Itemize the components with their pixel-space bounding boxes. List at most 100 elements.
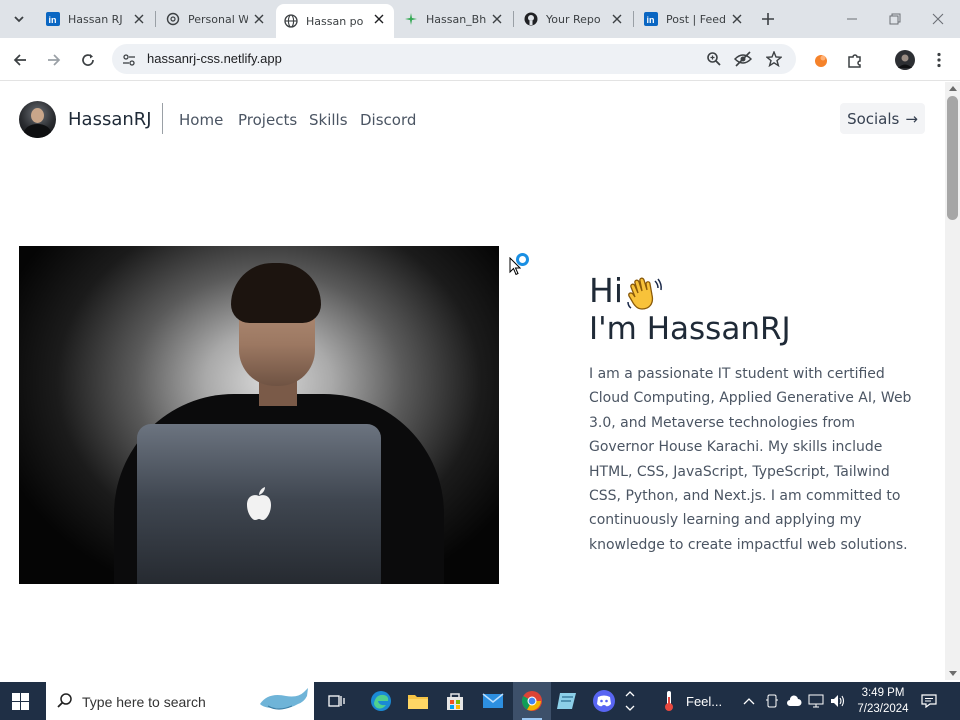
extension-flame-icon (815, 55, 827, 67)
hero-photo (19, 246, 499, 584)
site-settings-icon[interactable] (122, 52, 136, 71)
bookmark-star-icon[interactable] (765, 50, 783, 68)
tab-linkedin-feed[interactable]: in Post | Feed (636, 4, 752, 34)
mail-icon (482, 693, 504, 708)
tray-network[interactable] (808, 693, 824, 709)
windows-taskbar: Type here to search Feel... 3:49 PM 7/23… (0, 682, 960, 720)
github-icon (524, 12, 538, 26)
chevron-up-icon (743, 698, 755, 705)
linkedin-icon: in (46, 12, 60, 26)
close-icon[interactable] (252, 12, 266, 26)
tab-linkedin-profile[interactable]: in Hassan RJ (38, 4, 154, 34)
taskbar-store[interactable] (443, 689, 467, 713)
tab-github-repos[interactable]: Your Repo (516, 4, 632, 34)
network-icon (808, 694, 824, 708)
arrow-right-icon: → (905, 109, 918, 128)
notification-center-button[interactable] (921, 693, 937, 709)
tab-hassan-portfolio[interactable]: Hassan po (276, 4, 394, 38)
web-page: HassanRJ Home Projects Skills Discord So… (0, 82, 945, 680)
close-icon[interactable] (490, 12, 504, 26)
minimize-button[interactable] (843, 10, 861, 28)
search-icon (57, 693, 72, 708)
close-icon[interactable] (730, 12, 744, 26)
taskbar-file-explorer[interactable] (406, 689, 430, 713)
tray-volume[interactable] (830, 693, 846, 709)
tab-title: Hassan_Bh (426, 12, 486, 26)
device-icon (766, 694, 778, 708)
system-clock[interactable]: 3:49 PM 7/23/2024 (853, 685, 913, 717)
tab-hassan-bh[interactable]: Hassan_Bh (396, 4, 512, 34)
store-icon (447, 693, 463, 710)
extensions-button[interactable] (844, 49, 866, 71)
reload-icon (82, 54, 94, 66)
taskbar-app-notes[interactable] (555, 689, 579, 713)
nav-link-discord[interactable]: Discord (360, 111, 416, 129)
taskbar-search-placeholder: Type here to search (82, 694, 206, 710)
nav-link-home[interactable]: Home (179, 111, 223, 129)
loading-spinner-icon (516, 253, 529, 266)
profile-avatar[interactable] (894, 49, 916, 71)
nav-link-skills[interactable]: Skills (309, 111, 348, 129)
taskbar-edge[interactable] (369, 689, 393, 713)
tab-title: Personal W (188, 12, 248, 26)
arrow-right-icon (48, 54, 61, 66)
close-icon[interactable] (372, 12, 386, 26)
restore-button[interactable] (886, 10, 904, 28)
linkedin-icon: in (644, 12, 658, 26)
folder-icon (408, 695, 428, 709)
tab-title: Hassan RJ (68, 12, 123, 26)
thermometer-icon (665, 691, 673, 711)
close-icon[interactable] (132, 12, 146, 26)
url-text[interactable]: hassanrj-css.netlify.app (147, 51, 282, 66)
page-scrollbar[interactable] (945, 82, 960, 680)
tray-onedrive[interactable] (786, 693, 802, 709)
close-icon[interactable] (610, 12, 624, 26)
extension-button[interactable] (810, 49, 832, 71)
show-hidden-icons-button[interactable] (741, 693, 757, 709)
brand-name[interactable]: HassanRJ (68, 109, 152, 130)
taskbar-discord[interactable] (592, 689, 616, 713)
back-button[interactable] (9, 49, 31, 71)
windows-start-icon[interactable] (12, 693, 29, 710)
clock-date: 7/23/2024 (857, 703, 909, 715)
minimize-icon (847, 18, 857, 20)
task-view-button[interactable] (325, 689, 349, 713)
greeting-text: Hi (589, 271, 623, 310)
tab-separator (155, 11, 156, 27)
cloud-icon (787, 695, 802, 706)
chrome-icon (521, 691, 542, 711)
address-bar[interactable]: hassanrj-css.netlify.app (112, 44, 796, 74)
socials-button[interactable]: Socials → (840, 103, 925, 134)
notes-app-icon (557, 693, 576, 709)
reload-button[interactable] (77, 49, 99, 71)
zoom-icon[interactable] (705, 50, 723, 68)
taskbar-search[interactable]: Type here to search (46, 682, 314, 720)
chevron-down-icon (14, 16, 24, 23)
eye-off-icon[interactable] (734, 50, 752, 68)
tray-device[interactable] (764, 693, 780, 709)
scroll-down-icon[interactable] (949, 671, 957, 676)
nav-link-projects[interactable]: Projects (238, 111, 297, 129)
tab-title: Post | Feed (666, 12, 726, 26)
close-window-button[interactable] (929, 10, 947, 28)
taskbar-chrome[interactable] (520, 689, 544, 720)
scroll-up-icon[interactable] (949, 86, 957, 91)
apple-logo-icon (247, 487, 271, 520)
browser-toolbar: hassanrj-css.netlify.app (0, 38, 960, 81)
scrollbar-thumb[interactable] (947, 96, 958, 220)
menu-button[interactable] (928, 49, 950, 71)
weather-label[interactable]: Feel... (686, 694, 722, 709)
plus-icon (762, 13, 774, 25)
tab-personal[interactable]: Personal W (158, 4, 274, 34)
forward-button[interactable] (43, 49, 65, 71)
taskbar-overflow-arrows[interactable] (622, 689, 638, 713)
hero-bio: I am a passionate IT student with certif… (589, 366, 912, 553)
new-tab-button[interactable] (758, 9, 778, 29)
taskbar-mail[interactable] (481, 689, 505, 713)
taskbar-weather[interactable] (657, 689, 681, 713)
tab-search-button[interactable] (8, 8, 30, 30)
close-icon (932, 13, 944, 25)
brand-avatar[interactable] (19, 101, 56, 138)
nav-divider (162, 103, 163, 134)
waving-hand-icon (627, 277, 662, 310)
